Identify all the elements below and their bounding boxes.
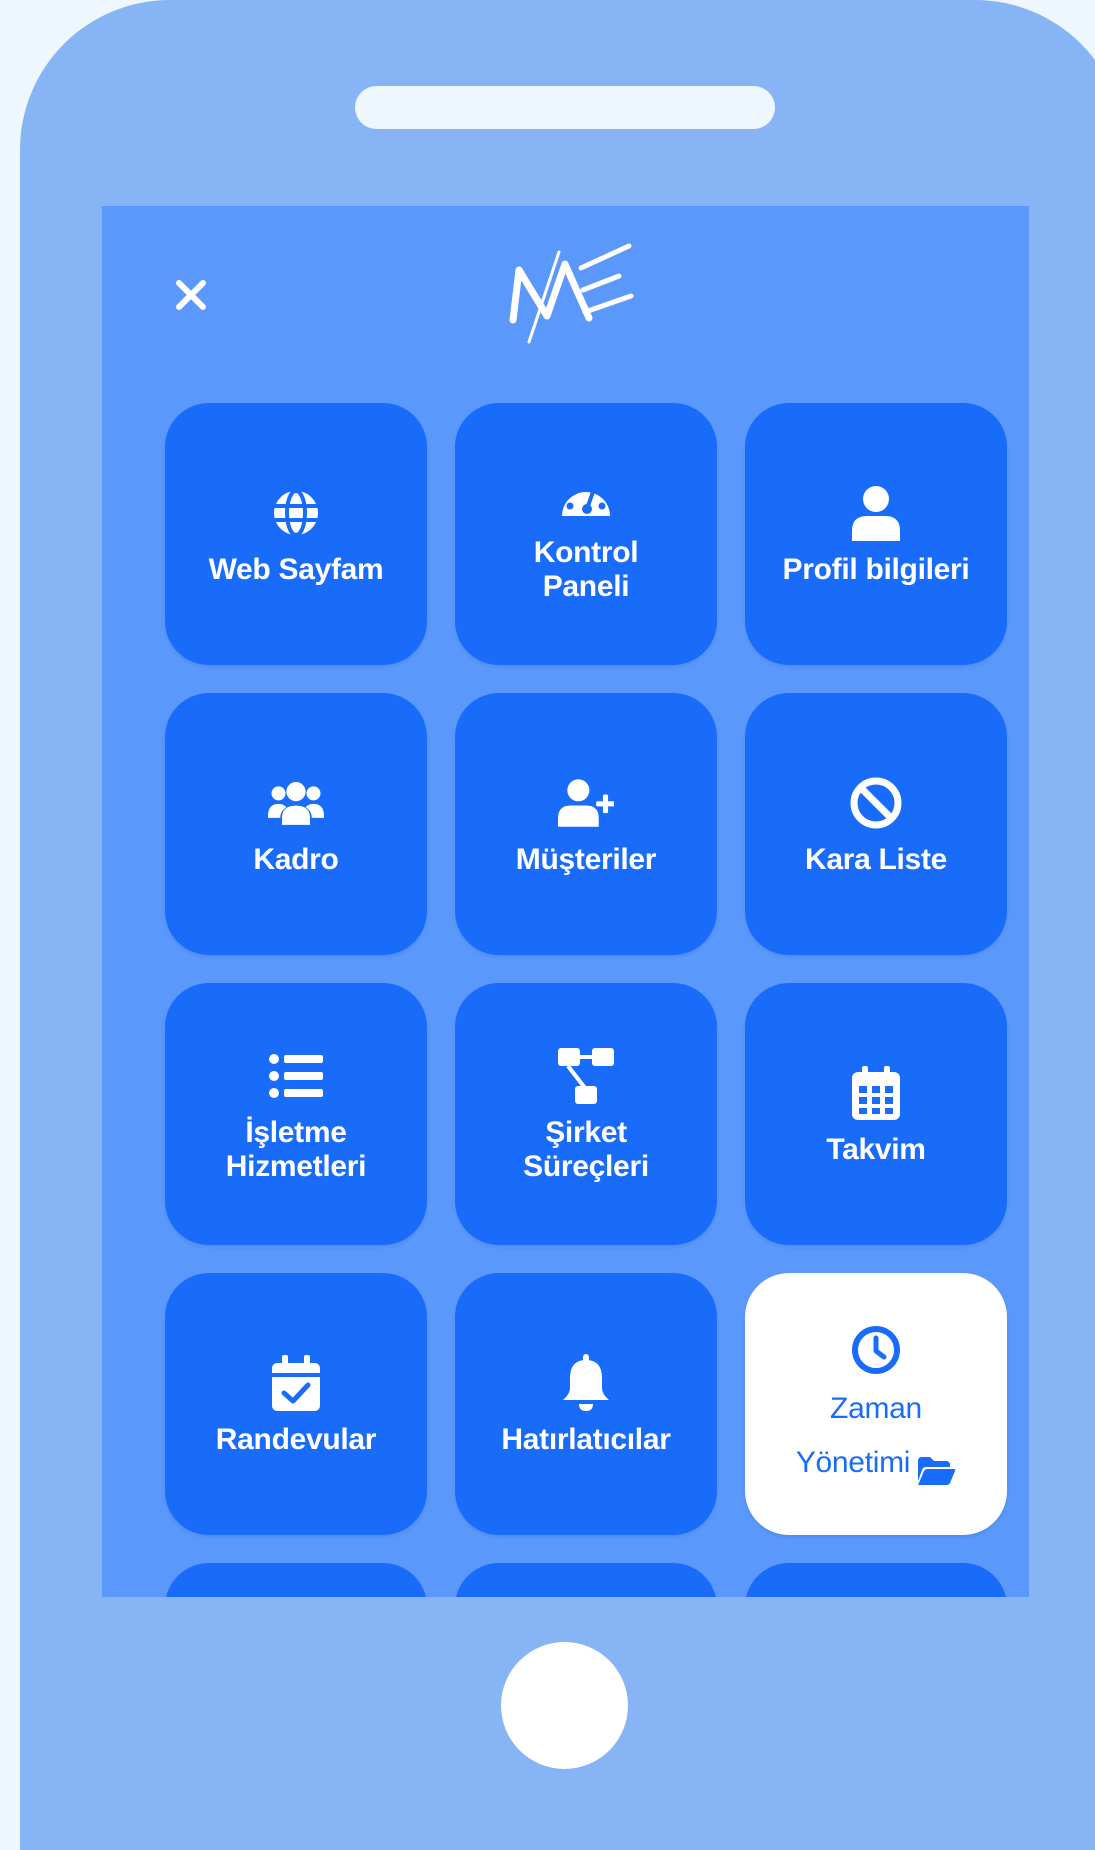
tile-label-text: Yönetimi (795, 1446, 911, 1479)
tile-partial[interactable] (745, 1563, 1007, 1597)
me-logo[interactable] (507, 238, 637, 348)
tile-kadro[interactable]: Kadro (165, 693, 427, 955)
ban-icon (848, 775, 904, 831)
tile-sirket-surecleri[interactable]: Şirket Süreçleri (455, 983, 717, 1245)
tile-label: Kadro (253, 843, 339, 876)
tile-label-line: Paneli (542, 570, 630, 603)
phone-frame: Web Sayfam Kontrol Paneli Profil bilgile… (20, 0, 1095, 1850)
tile-label: Profil bilgileri (782, 553, 970, 586)
tile-label: İşletme Hizmetleri (225, 1116, 367, 1184)
tile-partial[interactable] (165, 1563, 427, 1597)
clock-icon (848, 1322, 904, 1378)
user-icon (848, 485, 904, 541)
tile-musteriler[interactable]: Müşteriler (455, 693, 717, 955)
app-screen: Web Sayfam Kontrol Paneli Profil bilgile… (102, 206, 1029, 1597)
sitemap-icon (558, 1048, 614, 1104)
calendar-icon (848, 1065, 904, 1121)
tile-label: Web Sayfam (208, 553, 384, 586)
tile-takvim[interactable]: Takvim (745, 983, 1007, 1245)
tile-web-sayfam[interactable]: Web Sayfam (165, 403, 427, 665)
tile-label: Takvim (826, 1133, 926, 1166)
phone-speaker (355, 86, 775, 129)
tile-randevular[interactable]: Randevular (165, 1273, 427, 1535)
tile-hatirlaticilar[interactable]: Hatırlatıcılar (455, 1273, 717, 1535)
home-button[interactable] (501, 1642, 628, 1769)
tile-isletme-hizmetleri[interactable]: İşletme Hizmetleri (165, 983, 427, 1245)
tile-label-line: Şirket (545, 1116, 627, 1149)
calendar-check-icon (268, 1355, 324, 1411)
globe-icon (268, 485, 324, 541)
tile-label-line: İşletme (245, 1116, 347, 1149)
users-icon (268, 775, 324, 831)
tile-label: Şirket Süreçleri (523, 1116, 649, 1184)
tile-zaman-yonetimi[interactable]: Zaman Yönetimi (745, 1273, 1007, 1535)
tile-label: Müşteriler (515, 843, 657, 876)
tile-label: Kara Liste (804, 843, 948, 876)
tile-label: Zaman Yönetimi (796, 1382, 956, 1490)
tile-label-line-with-badge: Yönetimi (796, 1436, 956, 1490)
tile-label: Randevular (215, 1423, 377, 1456)
tile-profil-bilgileri[interactable]: Profil bilgileri (745, 403, 1007, 665)
tile-label-line: Süreçleri (523, 1150, 649, 1183)
tile-partial[interactable] (455, 1563, 717, 1597)
tile-label-line: Kontrol (533, 536, 639, 569)
tile-kara-liste[interactable]: Kara Liste (745, 693, 1007, 955)
tile-kontrol-paneli[interactable]: Kontrol Paneli (455, 403, 717, 665)
tile-label: Hatırlatıcılar (501, 1423, 671, 1456)
tile-label-line: Zaman (830, 1392, 922, 1425)
bell-icon (558, 1354, 614, 1411)
tile-label: Kontrol Paneli (534, 536, 639, 604)
list-icon (268, 1048, 324, 1104)
tile-label-line: Hizmetleri (225, 1150, 367, 1183)
close-icon[interactable] (174, 278, 208, 312)
user-plus-icon (558, 775, 614, 831)
speedometer-icon (558, 468, 614, 524)
folder-open-icon (918, 1449, 956, 1485)
